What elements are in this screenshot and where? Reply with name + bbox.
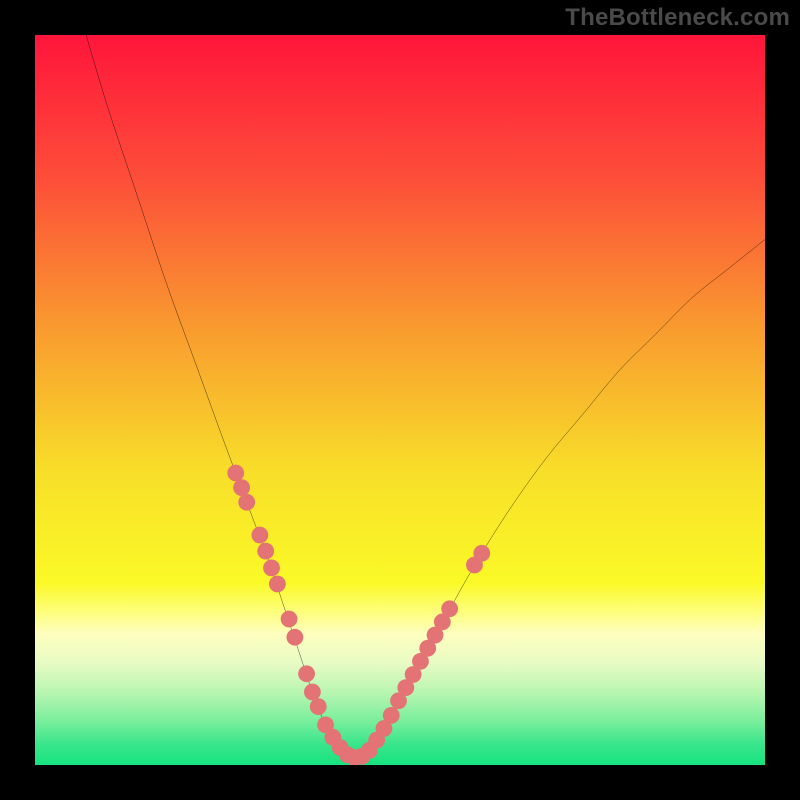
watermark-text: TheBottleneck.com [565,4,790,32]
highlight-dot [286,629,303,646]
chart-svg [35,35,765,765]
highlight-dot [257,543,274,560]
highlight-dot [269,576,286,593]
highlight-dots [227,465,490,765]
highlight-dot [304,684,321,701]
highlight-dot [238,494,255,511]
highlight-dot [473,545,490,562]
highlight-dot [251,527,268,544]
highlight-dot [383,707,400,724]
highlight-dot [298,665,315,682]
highlight-dot [310,698,327,715]
highlight-dot [281,611,298,628]
highlight-dot [227,465,244,482]
highlight-dot [441,600,458,617]
highlight-dot [263,560,280,577]
plot-area [35,35,765,765]
highlight-dot [233,479,250,496]
chart-stage: TheBottleneck.com [0,0,800,800]
